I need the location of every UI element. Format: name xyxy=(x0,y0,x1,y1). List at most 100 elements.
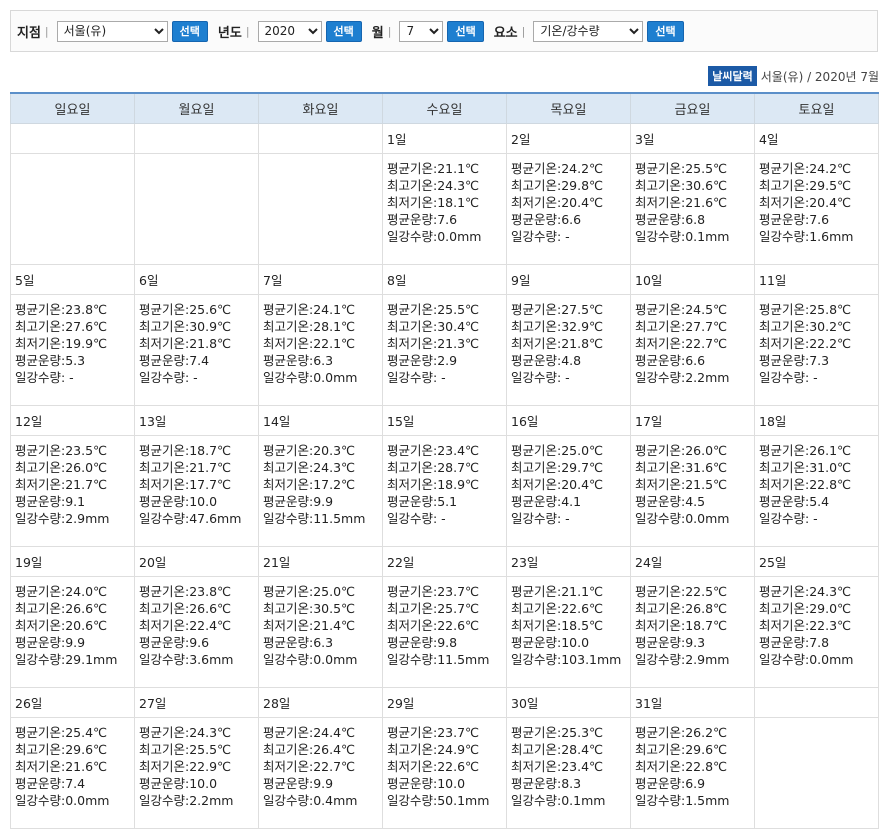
cloud-cover: 평균운량:6.6 xyxy=(511,212,582,227)
avg-temp: 평균기온:23.4℃ xyxy=(387,443,480,458)
day-weather-cell: 평균기온:23.7℃ 최고기온:24.9℃ 최저기온:22.6℃ 평균운량:10.0 일… xyxy=(382,717,507,829)
min-temp: 최저기온:17.7℃ xyxy=(139,477,232,492)
separator: | xyxy=(521,24,526,38)
max-temp: 최고기온:24.9℃ xyxy=(387,742,480,757)
daily-rain: 일강수량:0.0mm xyxy=(263,370,358,385)
daily-rain: 일강수량: - xyxy=(15,370,74,385)
max-temp: 최고기온:30.9℃ xyxy=(139,319,232,334)
day-weather-cell: 평균기온:23.8℃ 최고기온:26.6℃ 최저기온:22.4℃ 평균운량:9.6 일강… xyxy=(134,576,259,688)
station-label: 지점 xyxy=(17,25,41,41)
day-number-cell: 13일 xyxy=(134,405,259,436)
min-temp: 최저기온:23.4℃ xyxy=(511,759,604,774)
weekday-header: 일요일 xyxy=(10,92,135,124)
max-temp: 최고기온:29.6℃ xyxy=(635,742,728,757)
day-number-cell xyxy=(754,687,879,718)
weekday-header-row: 일요일 월요일 화요일 수요일 목요일 금요일 토요일 xyxy=(10,92,879,124)
day-weather-cell: 평균기온:22.5℃ 최고기온:26.8℃ 최저기온:18.7℃ 평균운량:9.3 일강… xyxy=(630,576,755,688)
min-temp: 최저기온:22.3℃ xyxy=(759,618,852,633)
avg-temp: 평균기온:27.5℃ xyxy=(511,302,604,317)
max-temp: 최고기온:21.7℃ xyxy=(139,460,232,475)
day-weather-cell: 평균기온:25.0℃ 최고기온:30.5℃ 최저기온:21.4℃ 평균운량:6.3 일강… xyxy=(258,576,383,688)
day-number: 4일 xyxy=(759,132,779,147)
daily-rain: 일강수량:0.1mm xyxy=(511,793,606,808)
avg-temp: 평균기온:21.1℃ xyxy=(387,161,480,176)
daily-rain: 일강수량: - xyxy=(511,511,570,526)
daily-rain: 일강수량:1.5mm xyxy=(635,793,730,808)
day-weather-cell: 평균기온:26.1℃ 최고기온:31.0℃ 최저기온:22.8℃ 평균운량:5.4 일강… xyxy=(754,435,879,547)
cloud-cover: 평균운량:9.8 xyxy=(387,635,458,650)
day-weather-cell xyxy=(10,153,135,265)
avg-temp: 평균기온:25.8℃ xyxy=(759,302,852,317)
day-number-cell: 10일 xyxy=(630,264,755,295)
filter-bar: 지점 | 서울(유) 선택 년도 | 2020 선택 월 | 7 선택 요소 |… xyxy=(10,10,878,52)
day-weather-cell: 평균기온:18.7℃ 최고기온:21.7℃ 최저기온:17.7℃ 평균운량:10.0 일… xyxy=(134,435,259,547)
month-select[interactable]: 7 xyxy=(399,20,444,42)
day-number: 1일 xyxy=(387,132,407,147)
element-select-button[interactable]: 선택 xyxy=(647,20,684,42)
year-label: 년도 xyxy=(217,25,242,41)
daily-rain: 일강수량: - xyxy=(759,511,818,526)
day-number: 12일 xyxy=(15,414,43,429)
max-temp: 최고기온:22.6℃ xyxy=(511,601,604,616)
day-weather-cell: 평균기온:24.4℃ 최고기온:26.4℃ 최저기온:22.7℃ 평균운량:9.9 일강… xyxy=(258,717,383,829)
weather-calendar-badge: 날씨달력 xyxy=(708,66,757,86)
min-temp: 최저기온:21.7℃ xyxy=(15,477,108,492)
day-number: 23일 xyxy=(511,555,539,570)
element-select[interactable]: 기온/강수량 xyxy=(533,20,644,42)
daily-rain: 일강수량:0.0mm xyxy=(15,793,110,808)
max-temp: 최고기온:30.5℃ xyxy=(263,601,356,616)
calendar-info-row: 평균기온:25.4℃ 최고기온:29.6℃ 최저기온:21.6℃ 평균운량:7.4 일강… xyxy=(10,717,879,829)
day-number-cell: 27일 xyxy=(134,687,259,718)
month-select-button[interactable]: 선택 xyxy=(447,20,484,42)
day-number: 7일 xyxy=(263,273,283,288)
min-temp: 최저기온:21.3℃ xyxy=(387,336,480,351)
day-number: 11일 xyxy=(759,273,787,288)
avg-temp: 평균기온:20.3℃ xyxy=(263,443,356,458)
day-number: 17일 xyxy=(635,414,663,429)
day-number-cell: 8일 xyxy=(382,264,507,295)
daily-rain: 일강수량:50.1mm xyxy=(387,793,490,808)
station-select[interactable]: 서울(유) xyxy=(56,20,168,42)
day-number-cell: 16일 xyxy=(506,405,631,436)
avg-temp: 평균기온:25.5℃ xyxy=(387,302,480,317)
max-temp: 최고기온:31.0℃ xyxy=(759,460,852,475)
max-temp: 최고기온:31.6℃ xyxy=(635,460,728,475)
avg-temp: 평균기온:25.4℃ xyxy=(15,725,108,740)
min-temp: 최저기온:22.8℃ xyxy=(759,477,852,492)
daily-rain: 일강수량: - xyxy=(759,370,818,385)
daily-rain: 일강수량: - xyxy=(511,229,570,244)
avg-temp: 평균기온:23.8℃ xyxy=(139,584,232,599)
min-temp: 최저기온:20.4℃ xyxy=(511,477,604,492)
daily-rain: 일강수량:29.1mm xyxy=(15,652,118,667)
max-temp: 최고기온:29.8℃ xyxy=(511,178,604,193)
avg-temp: 평균기온:18.7℃ xyxy=(139,443,232,458)
day-number: 13일 xyxy=(139,414,167,429)
day-number: 22일 xyxy=(387,555,415,570)
calendar-info-row: 평균기온:23.5℃ 최고기온:26.0℃ 최저기온:21.7℃ 평균운량:9.1 일강… xyxy=(10,435,879,547)
day-number: 24일 xyxy=(635,555,663,570)
calendar-day-row: 12일 13일 14일 15일 16일 17일 18일 xyxy=(10,405,879,436)
day-number: 8일 xyxy=(387,273,407,288)
daily-rain: 일강수량:2.9mm xyxy=(15,511,110,526)
year-select-button[interactable]: 선택 xyxy=(325,20,362,42)
calendar-day-row: 5일 6일 7일 8일 9일 10일 11일 xyxy=(10,264,879,295)
max-temp: 최고기온:26.8℃ xyxy=(635,601,728,616)
daily-rain: 일강수량: - xyxy=(139,370,198,385)
max-temp: 최고기온:30.2℃ xyxy=(759,319,852,334)
avg-temp: 평균기온:23.5℃ xyxy=(15,443,108,458)
daily-rain: 일강수량:3.6mm xyxy=(139,652,234,667)
day-number: 10일 xyxy=(635,273,663,288)
weekday-header: 화요일 xyxy=(258,92,383,124)
day-number-cell: 26일 xyxy=(10,687,135,718)
max-temp: 최고기온:32.9℃ xyxy=(511,319,604,334)
separator: | xyxy=(44,24,49,38)
min-temp: 최저기온:22.7℃ xyxy=(263,759,356,774)
daily-rain: 일강수량:0.4mm xyxy=(263,793,358,808)
cloud-cover: 평균운량:9.3 xyxy=(635,635,706,650)
max-temp: 최고기온:29.5℃ xyxy=(759,178,852,193)
calendar-day-row: 26일 27일 28일 29일 30일 31일 xyxy=(10,687,879,718)
year-select[interactable]: 2020 xyxy=(257,20,322,42)
daily-rain: 일강수량:47.6mm xyxy=(139,511,242,526)
station-select-button[interactable]: 선택 xyxy=(171,20,208,42)
cloud-cover: 평균운량:9.6 xyxy=(139,635,210,650)
